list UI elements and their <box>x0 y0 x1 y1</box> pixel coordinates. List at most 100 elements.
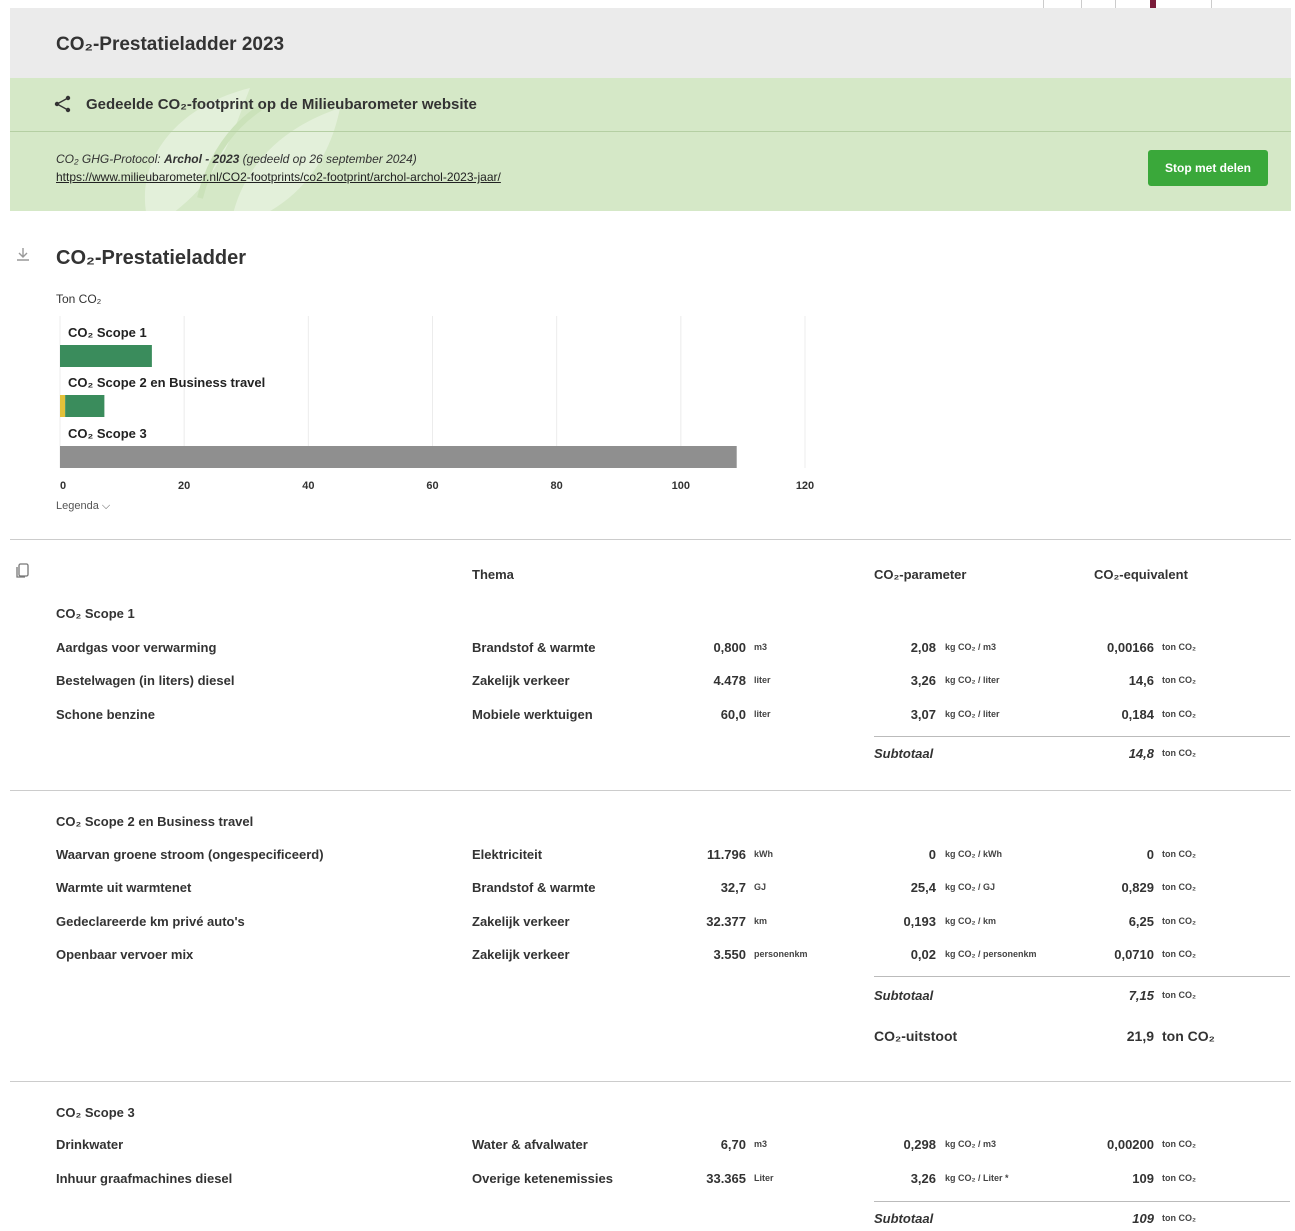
active-tab-indicator <box>1150 0 1156 8</box>
header-thema: Thema <box>472 567 514 582</box>
bar-segment <box>65 395 105 417</box>
row-equivalent: 109 <box>1132 1171 1154 1186</box>
banner-divider <box>10 131 1291 132</box>
row-factor: 0 <box>928 847 936 862</box>
x-tick-label: 80 <box>551 480 563 492</box>
row-factor: 2,08 <box>910 640 936 655</box>
section-divider <box>10 539 1291 540</box>
row-factor-unit: kg CO₂ / liter <box>945 709 1000 719</box>
bar-segment <box>60 446 737 468</box>
row-thema: Overige ketenemissies <box>472 1171 613 1186</box>
row-quantity-unit: m3 <box>754 642 768 652</box>
row-thema: Brandstof & warmte <box>472 640 596 655</box>
row-equivalent-unit: ton CO₂ <box>1162 916 1196 926</box>
total-label: CO₂-uitstoot <box>874 1028 958 1044</box>
row-name: Inhuur graafmachines diesel <box>56 1171 233 1186</box>
row-equivalent: 0,0710 <box>1114 947 1154 962</box>
subtotal-separator <box>874 736 1290 737</box>
row-quantity-unit: m3 <box>754 1139 768 1149</box>
row-name: Aardgas voor verwarming <box>56 640 217 655</box>
section-divider <box>10 1081 1291 1082</box>
stop-sharing-button[interactable]: Stop met delen <box>1148 150 1268 186</box>
header-equivalent: CO₂-equivalent <box>1094 567 1188 582</box>
row-quantity-unit: kWh <box>754 849 773 859</box>
subtotal-value: 7,15 <box>1128 988 1154 1003</box>
row-quantity-unit: Liter <box>754 1173 774 1183</box>
row-quantity-unit: personenkm <box>754 949 808 959</box>
row-factor-unit: kg CO₂ / GJ <box>945 882 996 892</box>
subtotal-unit: ton CO₂ <box>1162 990 1196 1000</box>
row-factor-unit: kg CO₂ / m3 <box>945 1139 997 1149</box>
row-thema: Zakelijk verkeer <box>472 947 570 962</box>
row-quantity: 60,0 <box>720 707 746 722</box>
row-equivalent-unit: ton CO₂ <box>1162 849 1196 859</box>
x-tick-label: 0 <box>60 480 66 492</box>
bar-segment <box>60 395 66 417</box>
section-title: CO₂ Scope 2 en Business travel <box>56 814 254 829</box>
copy-icon[interactable] <box>14 561 32 579</box>
row-equivalent-unit: ton CO₂ <box>1162 1173 1196 1183</box>
x-tick-label: 100 <box>672 480 690 492</box>
row-thema: Zakelijk verkeer <box>472 914 570 929</box>
row-name: Schone benzine <box>56 707 155 722</box>
subtotal-label: Subtotaal <box>874 988 934 1003</box>
row-name: Waarvan groene stroom (ongespecificeerd) <box>56 847 324 862</box>
row-quantity: 32,7 <box>720 880 746 895</box>
row-equivalent-unit: ton CO₂ <box>1162 882 1196 892</box>
row-factor: 3,26 <box>910 673 936 688</box>
total-value: 21,9 <box>1126 1028 1154 1044</box>
section-title: CO₂ Scope 3 <box>56 1105 135 1120</box>
row-factor: 3,07 <box>910 707 936 722</box>
row-quantity: 3.550 <box>713 947 746 962</box>
row-equivalent-unit: ton CO₂ <box>1162 709 1196 719</box>
row-quantity: 4.478 <box>713 673 746 688</box>
subtotal-label: Subtotaal <box>874 746 934 761</box>
row-equivalent-unit: ton CO₂ <box>1162 949 1196 959</box>
x-tick-label: 60 <box>426 480 438 492</box>
row-name: Gedeclareerde km privé auto's <box>56 914 245 929</box>
category-label: CO₂ Scope 1 <box>68 325 147 340</box>
header-parameter: CO₂-parameter <box>874 567 967 582</box>
row-equivalent: 0 <box>1146 847 1154 862</box>
row-thema: Mobiele werktuigen <box>472 707 593 722</box>
row-factor: 0,298 <box>903 1137 936 1152</box>
subtotal-unit: ton CO₂ <box>1162 1213 1196 1223</box>
row-equivalent-unit: ton CO₂ <box>1162 1139 1196 1149</box>
share-meta-org: Archol - 2023 <box>163 152 240 166</box>
row-quantity-unit: liter <box>754 675 771 685</box>
total-unit: ton CO₂ <box>1162 1028 1215 1044</box>
row-quantity: 32.377 <box>706 914 746 929</box>
share-heading: Gedeelde CO₂-footprint op de Milieubarom… <box>86 96 477 113</box>
subtotal-value: 14,8 <box>1128 746 1154 761</box>
row-factor: 25,4 <box>910 880 936 895</box>
row-factor-unit: kg CO₂ / personenkm <box>945 949 1037 959</box>
row-name: Warmte uit warmtenet <box>56 880 192 895</box>
category-label: CO₂ Scope 2 en Business travel <box>68 375 265 390</box>
row-equivalent: 14,6 <box>1128 673 1154 688</box>
share-link[interactable]: https://www.milieubarometer.nl/CO2-footp… <box>56 170 501 184</box>
bar-chart: 0 20 40 60 80 100 120 CO₂ Scope 1 CO₂ Scope 2 en… <box>59 316 814 492</box>
row-quantity-unit: liter <box>754 709 771 719</box>
row-thema: Zakelijk verkeer <box>472 673 570 688</box>
subtotal-value: 109 <box>1132 1211 1154 1226</box>
row-factor-unit: kg CO₂ / liter <box>945 675 1000 685</box>
share-meta: CO₂ GHG-Protocol: Archol - 2023 (gedeeld… <box>56 152 417 166</box>
row-factor: 3,26 <box>910 1171 936 1186</box>
row-equivalent-unit: ton CO₂ <box>1162 642 1196 652</box>
top-tabs <box>1005 0 1215 8</box>
category-label: CO₂ Scope 3 <box>68 426 147 441</box>
row-factor: 0,02 <box>910 947 936 962</box>
legend-toggle[interactable]: Legenda ⌵ <box>56 500 110 513</box>
row-name: Drinkwater <box>56 1137 124 1152</box>
row-quantity: 33.365 <box>706 1171 746 1186</box>
share-icon <box>54 95 71 113</box>
download-icon[interactable] <box>14 246 32 264</box>
row-factor: 0,193 <box>903 914 936 929</box>
row-quantity-unit: GJ <box>754 882 767 892</box>
row-equivalent: 0,00200 <box>1107 1137 1154 1152</box>
chart-title: CO₂-Prestatieladder <box>56 247 247 269</box>
row-equivalent-unit: ton CO₂ <box>1162 675 1196 685</box>
subtotal-label: Subtotaal <box>874 1211 934 1226</box>
subtotal-unit: ton CO₂ <box>1162 748 1196 758</box>
x-tick-label: 20 <box>178 480 190 492</box>
